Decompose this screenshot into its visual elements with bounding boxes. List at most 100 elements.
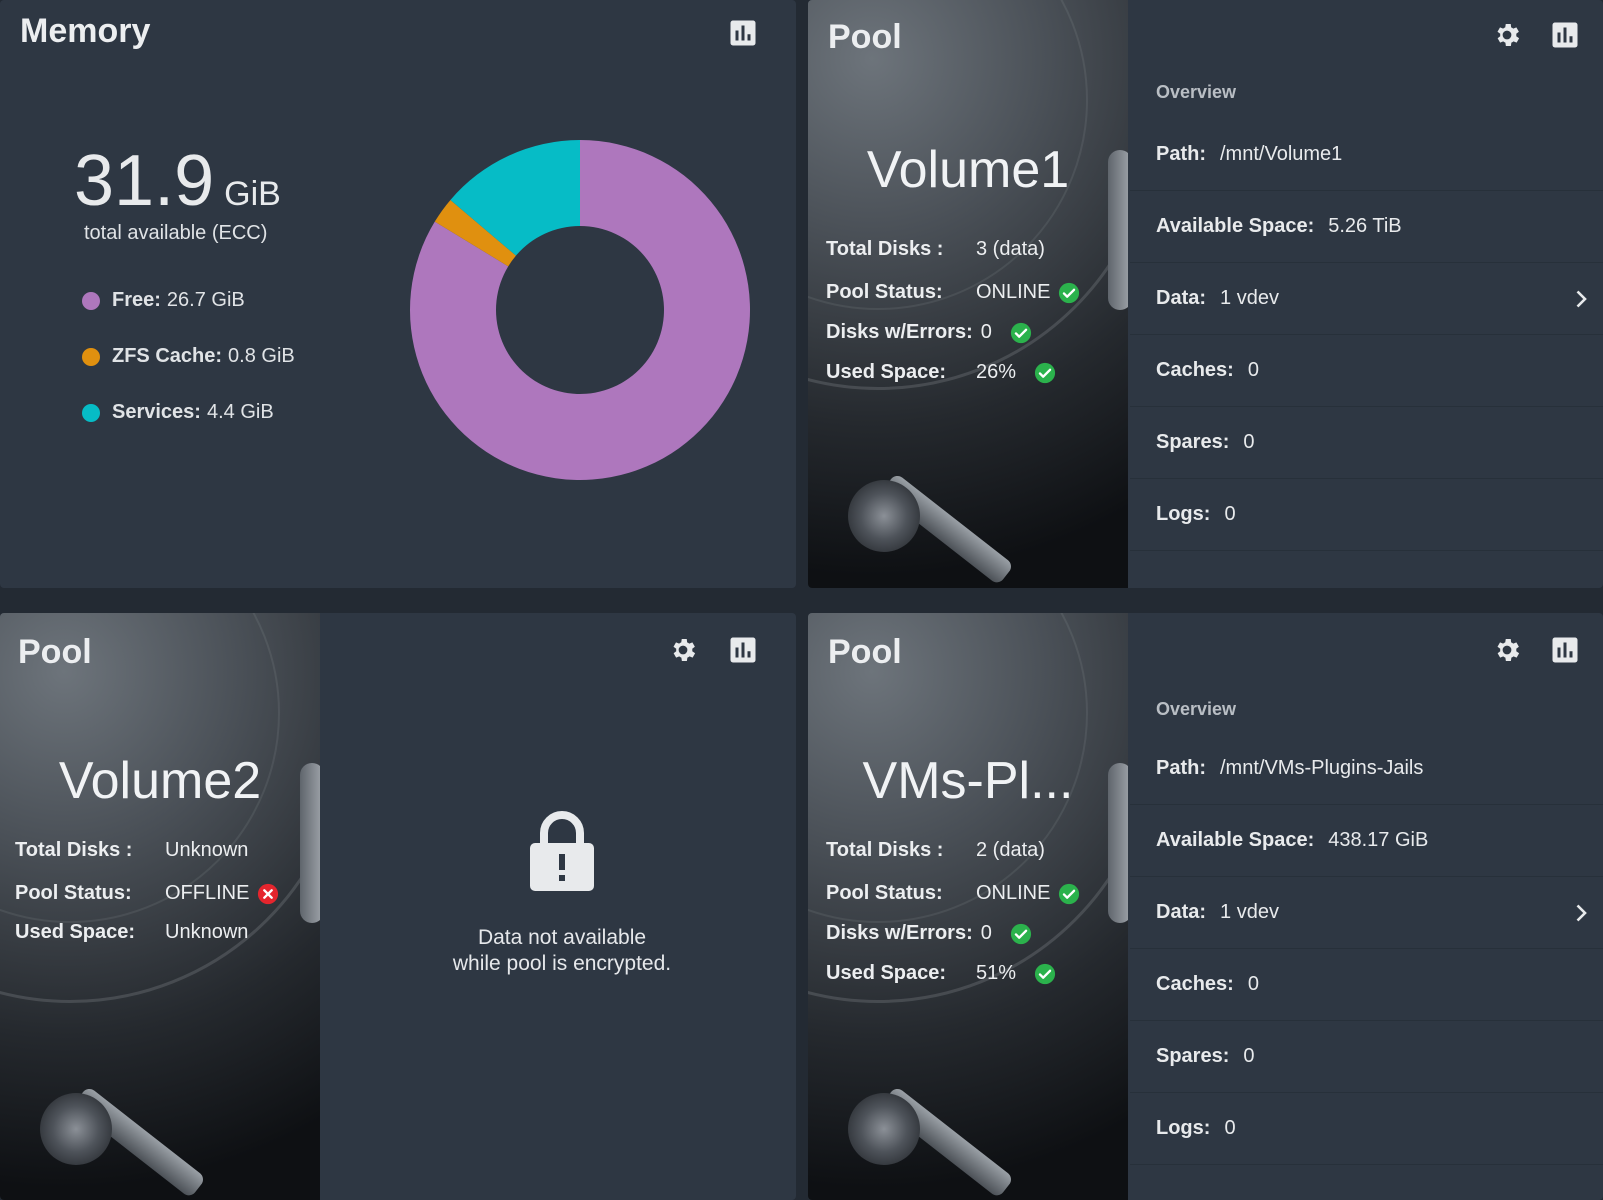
stat-label: Pool Status: <box>826 281 943 303</box>
check-circle-icon <box>1010 923 1032 945</box>
detail-spares: Spares: 0 <box>1130 407 1603 479</box>
detail-value: /mnt/Volume1 <box>1220 143 1343 165</box>
pool-card-vms: Pool VMs-Pl... Total Disks : 2 (data) Po… <box>808 613 1603 1200</box>
pool-name: Volume2 <box>58 752 262 810</box>
stat-label: Used Space: <box>826 361 947 383</box>
stat-value: 2 (data) <box>976 839 1045 861</box>
legend-dot-services <box>82 403 100 422</box>
overview-label: Overview <box>1156 699 1237 719</box>
bar-chart-icon[interactable] <box>1550 20 1580 50</box>
error-circle-icon <box>257 883 279 905</box>
pool-overview-panel: Overview Path: /mnt/Volume1 Available Sp… <box>1130 0 1603 588</box>
detail-value: 0 <box>1224 503 1236 525</box>
legend-item-zfs-cache: ZFS Cache: 0.8 GiB <box>82 345 295 368</box>
gear-icon[interactable] <box>1492 635 1522 665</box>
memory-total-value: 31.9 <box>74 141 215 221</box>
stat-value: 26% <box>976 361 1017 383</box>
disk-hub <box>848 480 920 552</box>
overview-label: Overview <box>1156 82 1237 102</box>
detail-value: 1 vdev <box>1220 901 1279 923</box>
legend-label: Free: <box>112 289 161 311</box>
stat-value: 0 <box>980 922 992 944</box>
detail-path: Path: /mnt/VMs-Plugins-Jails <box>1130 733 1603 805</box>
encrypted-message: Data not available while pool is encrypt… <box>402 925 722 977</box>
detail-key: Caches: <box>1156 359 1234 381</box>
stat-value: Unknown <box>165 921 249 943</box>
legend-item-services: Services: 4.4 GiB <box>82 401 274 424</box>
check-circle-icon <box>1034 963 1056 985</box>
stat-disks-with-errors: Disks w/Errors: 0 <box>826 922 1032 945</box>
detail-key: Caches: <box>1156 973 1234 995</box>
detail-value: 5.26 TiB <box>1328 215 1402 237</box>
pool-disk-background <box>808 613 1128 1200</box>
stat-label: Used Space: <box>15 921 136 943</box>
detail-key: Path: <box>1156 143 1206 165</box>
stat-value: 0 <box>980 321 992 343</box>
legend-value: 26.7 GiB <box>166 289 245 311</box>
detail-data-vdev-row[interactable]: Data: 1 vdev <box>1130 263 1603 335</box>
memory-card-title: Memory <box>20 12 151 50</box>
stat-used-space: Used Space: Unknown <box>15 921 248 944</box>
encrypted-panel: Data not available while pool is encrypt… <box>322 613 796 1200</box>
detail-value: 0 <box>1243 1045 1255 1067</box>
detail-caches: Caches: 0 <box>1130 335 1603 407</box>
detail-value: 0 <box>1247 973 1259 995</box>
stat-value: 51% <box>976 962 1017 984</box>
check-circle-icon <box>1034 362 1056 384</box>
stat-total-disks: Total Disks : 2 (data) <box>826 839 1045 862</box>
detail-available-space: Available Space: 438.17 GiB <box>1130 805 1603 877</box>
stat-pool-status: Pool Status: ONLINE <box>826 882 1080 905</box>
detail-key: Spares: <box>1156 1045 1230 1067</box>
check-circle-icon <box>1058 282 1080 304</box>
legend-dot-free <box>82 291 100 310</box>
stat-value: OFFLINE <box>165 882 250 904</box>
detail-path: Path: /mnt/Volume1 <box>1130 119 1603 191</box>
gear-icon[interactable] <box>668 635 698 665</box>
pool-card-title: Pool <box>828 633 902 671</box>
detail-value: 0 <box>1224 1117 1236 1139</box>
stat-value: Unknown <box>165 839 249 861</box>
bar-chart-icon[interactable] <box>1550 635 1580 665</box>
check-circle-icon <box>1058 883 1080 905</box>
pool-overview-panel: Overview Path: /mnt/VMs-Plugins-Jails Av… <box>1130 613 1603 1200</box>
bar-chart-icon[interactable] <box>728 635 758 665</box>
stat-label: Used Space: <box>826 962 947 984</box>
detail-key: Logs: <box>1156 503 1211 525</box>
stat-label: Disks w/Errors: <box>826 922 973 944</box>
stat-label: Pool Status: <box>826 882 943 904</box>
detail-logs: Logs: 0 <box>1130 1093 1603 1165</box>
chevron-right-icon[interactable] <box>1569 901 1593 925</box>
detail-key: Available Space: <box>1156 215 1315 237</box>
stat-pool-status: Pool Status: ONLINE <box>826 281 1080 304</box>
check-circle-icon <box>1010 322 1032 344</box>
detail-key: Spares: <box>1156 431 1230 453</box>
legend-value: 4.4 GiB <box>206 401 274 423</box>
stat-used-space: Used Space: 26% <box>826 361 1056 384</box>
encrypted-message-line1: Data not available <box>477 926 647 949</box>
pool-card-volume1: Pool Volume1 Total Disks : 3 (data) Pool… <box>808 0 1603 588</box>
detail-available-space: Available Space: 5.26 TiB <box>1130 191 1603 263</box>
detail-key: Data: <box>1156 901 1207 923</box>
pool-name: VMs-Pl... <box>862 752 1074 810</box>
legend-label: ZFS Cache: <box>112 345 223 367</box>
stat-label: Total Disks : <box>15 839 133 861</box>
pool-card-title: Pool <box>18 633 92 671</box>
memory-total-unit: GiB <box>224 175 281 213</box>
disk-hub <box>848 1093 920 1165</box>
memory-card: Memory 31.9 GiB total available (ECC) Fre… <box>0 0 796 588</box>
detail-data-vdev-row[interactable]: Data: 1 vdev <box>1130 877 1603 949</box>
bar-chart-icon[interactable] <box>728 18 758 48</box>
disk-hub <box>40 1093 112 1165</box>
stat-label: Total Disks : <box>826 839 944 861</box>
stat-value: ONLINE <box>976 281 1051 303</box>
detail-value: 438.17 GiB <box>1328 829 1429 851</box>
chevron-right-icon[interactable] <box>1569 287 1593 311</box>
detail-value: /mnt/VMs-Plugins-Jails <box>1220 757 1424 779</box>
gear-icon[interactable] <box>1492 20 1522 50</box>
detail-value: 1 vdev <box>1220 287 1279 309</box>
legend-dot-zfs-cache <box>82 347 100 366</box>
detail-key: Data: <box>1156 287 1207 309</box>
legend-value: 0.8 GiB <box>228 345 295 367</box>
legend-item-free: Free: 26.7 GiB <box>82 289 245 312</box>
detail-caches: Caches: 0 <box>1130 949 1603 1021</box>
